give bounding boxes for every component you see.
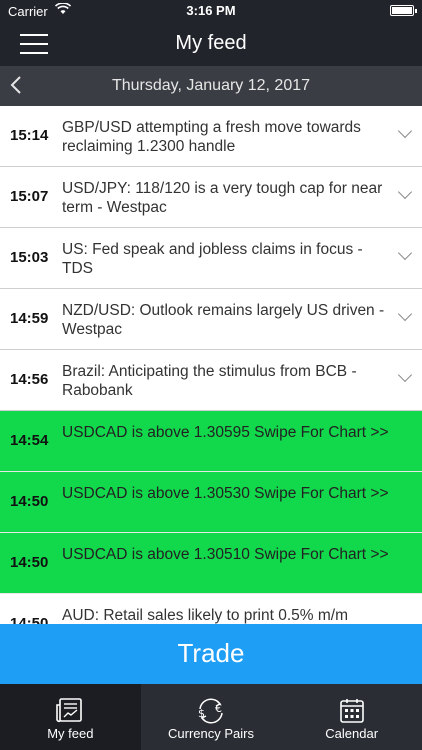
- chevron-down-icon[interactable]: [397, 367, 413, 383]
- price-alert-item[interactable]: 14:50 USDCAD is above 1.30530 Swipe For …: [0, 472, 422, 533]
- page-title: My feed: [175, 32, 247, 54]
- feed-item[interactable]: 14:50 AUD: Retail sales likely to print …: [0, 594, 422, 624]
- price-alert-item[interactable]: 14:50 USDCAD is above 1.30510 Swipe For …: [0, 533, 422, 594]
- news-icon: [56, 698, 83, 723]
- feed-item-time: 15:14: [10, 127, 49, 144]
- price-alert-text: USDCAD is above 1.30595 Swipe For Chart …: [62, 424, 389, 441]
- chevron-down-icon[interactable]: [397, 245, 413, 261]
- feed-item[interactable]: 15:07 USD/JPY: 118/120 is a very tough c…: [0, 167, 422, 228]
- feed-item-time: 14:50: [10, 554, 49, 571]
- status-bar: Carrier 3:16 PM: [0, 0, 422, 22]
- feed-item-time: 14:56: [10, 371, 49, 388]
- news-feed[interactable]: 15:14 GBP/USD attempting a fresh move to…: [0, 106, 422, 624]
- tab-currency-pairs[interactable]: $ € Currency Pairs: [141, 684, 282, 750]
- feed-item-time: 14:50: [10, 615, 49, 624]
- chevron-down-icon[interactable]: [397, 184, 413, 200]
- chevron-down-icon[interactable]: [397, 306, 413, 322]
- feed-item[interactable]: 15:14 GBP/USD attempting a fresh move to…: [0, 106, 422, 167]
- currency-exchange-icon: $ €: [198, 698, 223, 724]
- status-time: 3:16 PM: [186, 3, 236, 18]
- date-bar: Thursday, January 12, 2017: [0, 66, 422, 106]
- feed-item-time: 14:50: [10, 493, 49, 510]
- tab-label: Calendar: [325, 726, 379, 741]
- feed-date: Thursday, January 12, 2017: [111, 77, 311, 94]
- top-navbar: My feed: [0, 22, 422, 66]
- battery-icon: [390, 5, 417, 16]
- svg-text:$: $: [198, 707, 205, 720]
- tab-label: Currency Pairs: [168, 726, 254, 741]
- feed-item-time: 14:54: [10, 432, 49, 449]
- price-alert-text: USDCAD is above 1.30530 Swipe For Chart …: [62, 485, 389, 502]
- trade-button[interactable]: Trade: [0, 624, 422, 684]
- feed-item-time: 14:59: [10, 310, 49, 327]
- feed-item-headline: GBP/USD attempting a fresh move towards …: [62, 119, 361, 155]
- feed-item-headline: NZD/USD: Outlook remains largely US driv…: [62, 302, 385, 338]
- tab-bar: My feed $ € Currency Pairs Calendar: [0, 684, 422, 750]
- tab-my-feed[interactable]: My feed: [0, 684, 141, 750]
- feed-item-time: 15:03: [10, 249, 49, 266]
- feed-item-time: 15:07: [10, 188, 49, 205]
- feed-item-headline: AUD: Retail sales likely to print 0.5% m…: [62, 607, 348, 624]
- chevron-down-icon[interactable]: [397, 123, 413, 139]
- svg-text:€: €: [215, 702, 222, 715]
- price-alert-text: USDCAD is above 1.30510 Swipe For Chart …: [62, 546, 389, 563]
- tab-calendar[interactable]: Calendar: [281, 684, 422, 750]
- feed-item-headline: US: Fed speak and jobless claims in focu…: [62, 241, 363, 277]
- feed-item[interactable]: 14:59 NZD/USD: Outlook remains largely U…: [0, 289, 422, 350]
- feed-item[interactable]: 15:03 US: Fed speak and jobless claims i…: [0, 228, 422, 289]
- calendar-icon: [339, 699, 364, 723]
- tab-label: My feed: [47, 726, 94, 741]
- feed-item[interactable]: 14:56 Brazil: Anticipating the stimulus …: [0, 350, 422, 411]
- feed-item-headline: Brazil: Anticipating the stimulus from B…: [62, 363, 357, 399]
- feed-item-headline: USD/JPY: 118/120 is a very tough cap for…: [62, 180, 383, 216]
- price-alert-item[interactable]: 14:54 USDCAD is above 1.30595 Swipe For …: [0, 411, 422, 472]
